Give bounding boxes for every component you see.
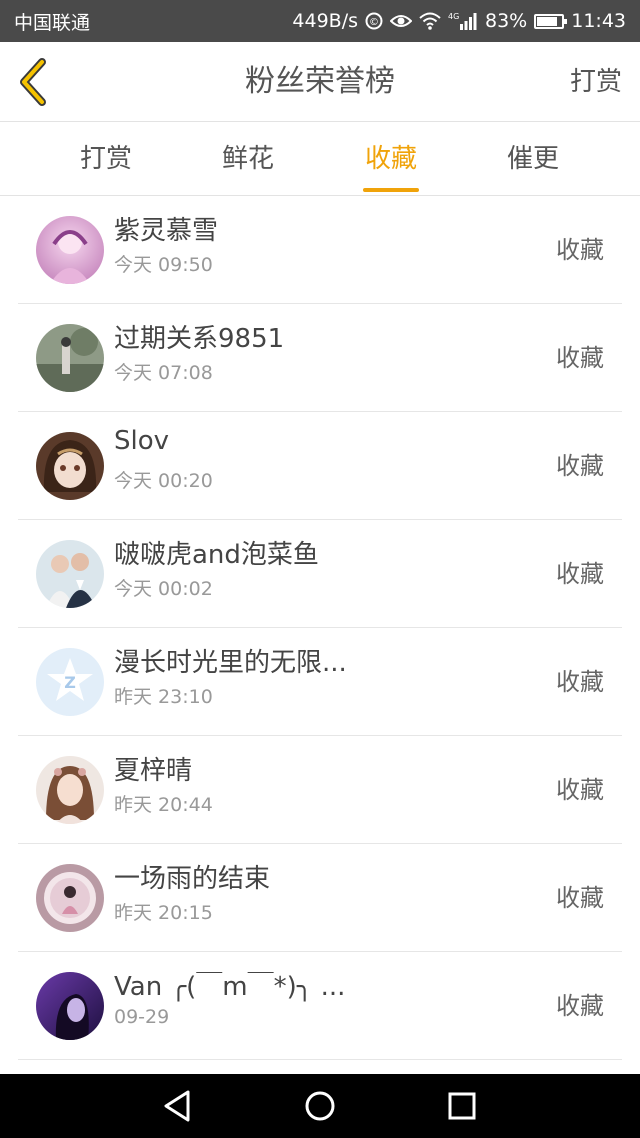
svg-text:Z: Z bbox=[64, 673, 76, 692]
svg-text:©: © bbox=[369, 17, 379, 28]
fan-name: 过期关系9851 bbox=[114, 324, 285, 354]
tab-label: 催更 bbox=[506, 144, 559, 174]
page-title: 粉丝荣誉榜 bbox=[245, 64, 395, 99]
tab-bar: 打赏 鲜花 收藏 催更 bbox=[0, 122, 640, 196]
action-label: 收藏 bbox=[556, 992, 604, 1020]
status-indicators: 449B/s © 4G 83% 11:43 bbox=[292, 10, 626, 32]
fan-name: Slov bbox=[114, 426, 170, 456]
avatar bbox=[36, 432, 104, 500]
app-header: 粉丝荣誉榜 打赏 bbox=[0, 42, 640, 122]
status-bar: 中国联通 449B/s © 4G 83% 11:43 bbox=[0, 0, 640, 42]
fan-time: 昨天 23:10 bbox=[114, 686, 213, 708]
list-item[interactable]: 过期关系9851 今天 07:08 收藏 bbox=[18, 304, 622, 412]
nav-back-button[interactable] bbox=[158, 1086, 198, 1126]
active-tab-indicator bbox=[363, 188, 419, 192]
fan-name: 紫灵慕雪 bbox=[114, 216, 219, 246]
action-label: 收藏 bbox=[556, 452, 604, 480]
fan-time: 今天 00:20 bbox=[114, 470, 213, 492]
network-tag: 4G bbox=[448, 12, 459, 21]
signal-icon: 4G bbox=[448, 11, 478, 31]
triangle-back-icon bbox=[164, 1090, 190, 1122]
action-label: 收藏 bbox=[556, 668, 604, 696]
list-item[interactable]: 紫灵慕雪 今天 09:50 收藏 bbox=[18, 196, 622, 304]
net-speed: 449B/s bbox=[292, 10, 358, 32]
clock: 11:43 bbox=[571, 10, 626, 32]
nav-recents-button[interactable] bbox=[442, 1086, 482, 1126]
back-button[interactable] bbox=[14, 56, 64, 108]
square-recents-icon bbox=[448, 1092, 476, 1120]
action-label: 收藏 bbox=[556, 236, 604, 264]
list-item[interactable]: Van ╭(￣m￣*)╮ ... 09-29 收藏 bbox=[18, 952, 622, 1060]
fan-time: 09-29 bbox=[114, 1006, 170, 1028]
fan-list[interactable]: 紫灵慕雪 今天 09:50 收藏 过期关系9851 今天 07:08 收藏 Sl… bbox=[0, 196, 640, 1074]
action-label: 收藏 bbox=[556, 776, 604, 804]
avatar bbox=[36, 540, 104, 608]
avatar bbox=[36, 864, 104, 932]
battery-percent: 83% bbox=[485, 10, 528, 32]
circle-home-icon bbox=[305, 1091, 335, 1121]
fan-name: 夏梓晴 bbox=[114, 756, 193, 786]
avatar bbox=[36, 972, 104, 1040]
tab-label: 打赏 bbox=[79, 144, 132, 174]
fan-name: 一场雨的结束 bbox=[114, 864, 271, 894]
fan-name: 漫长时光里的无限... bbox=[114, 648, 347, 678]
hd-call-icon: © bbox=[365, 12, 383, 30]
eye-icon bbox=[390, 13, 412, 29]
carrier-label: 中国联通 bbox=[14, 11, 91, 34]
action-label: 收藏 bbox=[556, 344, 604, 372]
avatar bbox=[36, 324, 104, 392]
list-item[interactable]: 一场雨的结束 昨天 20:15 收藏 bbox=[18, 844, 622, 952]
tab-reward[interactable]: 打赏 bbox=[56, 122, 156, 196]
fan-name: 啵啵虎and泡菜鱼 bbox=[114, 540, 319, 570]
fan-time: 昨天 20:15 bbox=[114, 902, 213, 924]
list-item[interactable]: 夏梓晴 昨天 20:44 收藏 bbox=[18, 736, 622, 844]
tab-urge-update[interactable]: 催更 bbox=[483, 122, 583, 196]
avatar: Z bbox=[36, 648, 104, 716]
list-item[interactable]: Z 漫长时光里的无限... 昨天 23:10 收藏 bbox=[18, 628, 622, 736]
chevron-left-icon bbox=[20, 58, 46, 106]
action-label: 收藏 bbox=[556, 884, 604, 912]
tab-label: 收藏 bbox=[364, 144, 417, 174]
action-label: 收藏 bbox=[556, 560, 604, 588]
reward-button[interactable]: 打赏 bbox=[570, 42, 622, 122]
wifi-icon bbox=[419, 12, 441, 30]
avatar bbox=[36, 756, 104, 824]
tab-label: 鲜花 bbox=[221, 144, 274, 174]
tab-favorites[interactable]: 收藏 bbox=[341, 122, 441, 196]
system-nav-bar bbox=[0, 1074, 640, 1138]
fan-name: Van ╭(￣m￣*)╮ ... bbox=[114, 972, 346, 1002]
default-avatar-icon: Z bbox=[36, 648, 104, 716]
fan-time: 今天 09:50 bbox=[114, 254, 213, 276]
list-item[interactable]: Slov 今天 00:20 收藏 bbox=[18, 412, 622, 520]
battery-icon bbox=[534, 13, 568, 29]
avatar bbox=[36, 216, 104, 284]
list-item[interactable]: 啵啵虎and泡菜鱼 今天 00:02 收藏 bbox=[18, 520, 622, 628]
fan-time: 今天 00:02 bbox=[114, 578, 213, 600]
fan-time: 昨天 20:44 bbox=[114, 794, 213, 816]
fan-time: 今天 07:08 bbox=[114, 362, 213, 384]
nav-home-button[interactable] bbox=[300, 1086, 340, 1126]
tab-flowers[interactable]: 鲜花 bbox=[198, 122, 298, 196]
